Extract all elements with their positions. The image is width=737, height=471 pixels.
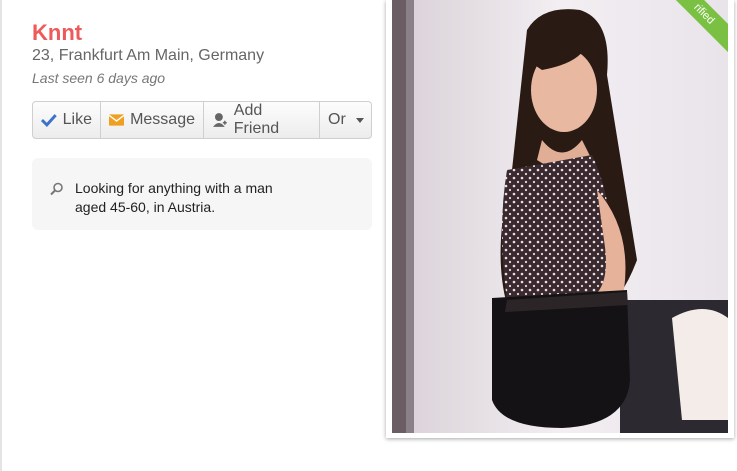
search-icon — [50, 182, 63, 196]
profile-name: Knnt — [32, 20, 83, 45]
like-button[interactable]: Like — [33, 102, 101, 138]
chevron-down-icon — [355, 117, 364, 123]
add-friend-icon — [212, 113, 227, 127]
profile-actions: Like Message Add Friend Or — [32, 101, 372, 139]
message-label: Message — [130, 111, 195, 128]
add-friend-button[interactable]: Add Friend — [204, 102, 320, 138]
looking-for-text: Looking for anything with a man aged 45-… — [75, 180, 273, 215]
envelope-icon — [109, 114, 125, 126]
add-friend-label: Add Friend — [233, 102, 280, 137]
profile-photo-frame: rified — [386, 0, 734, 438]
intro-panel: Looking for anything with a man aged 45-… — [32, 158, 372, 230]
profile-photo[interactable]: rified — [392, 0, 728, 433]
like-label: Like — [62, 111, 92, 128]
message-button[interactable]: Message — [101, 102, 204, 138]
last-seen-status: Last seen 6 days ago — [32, 70, 166, 86]
check-icon — [41, 114, 57, 127]
page-left-border — [0, 0, 2, 471]
more-actions-dropdown[interactable]: Or — [320, 102, 371, 138]
profile-location: 23, Frankfurt Am Main, Germany — [32, 47, 265, 64]
or-label: Or — [328, 111, 346, 128]
